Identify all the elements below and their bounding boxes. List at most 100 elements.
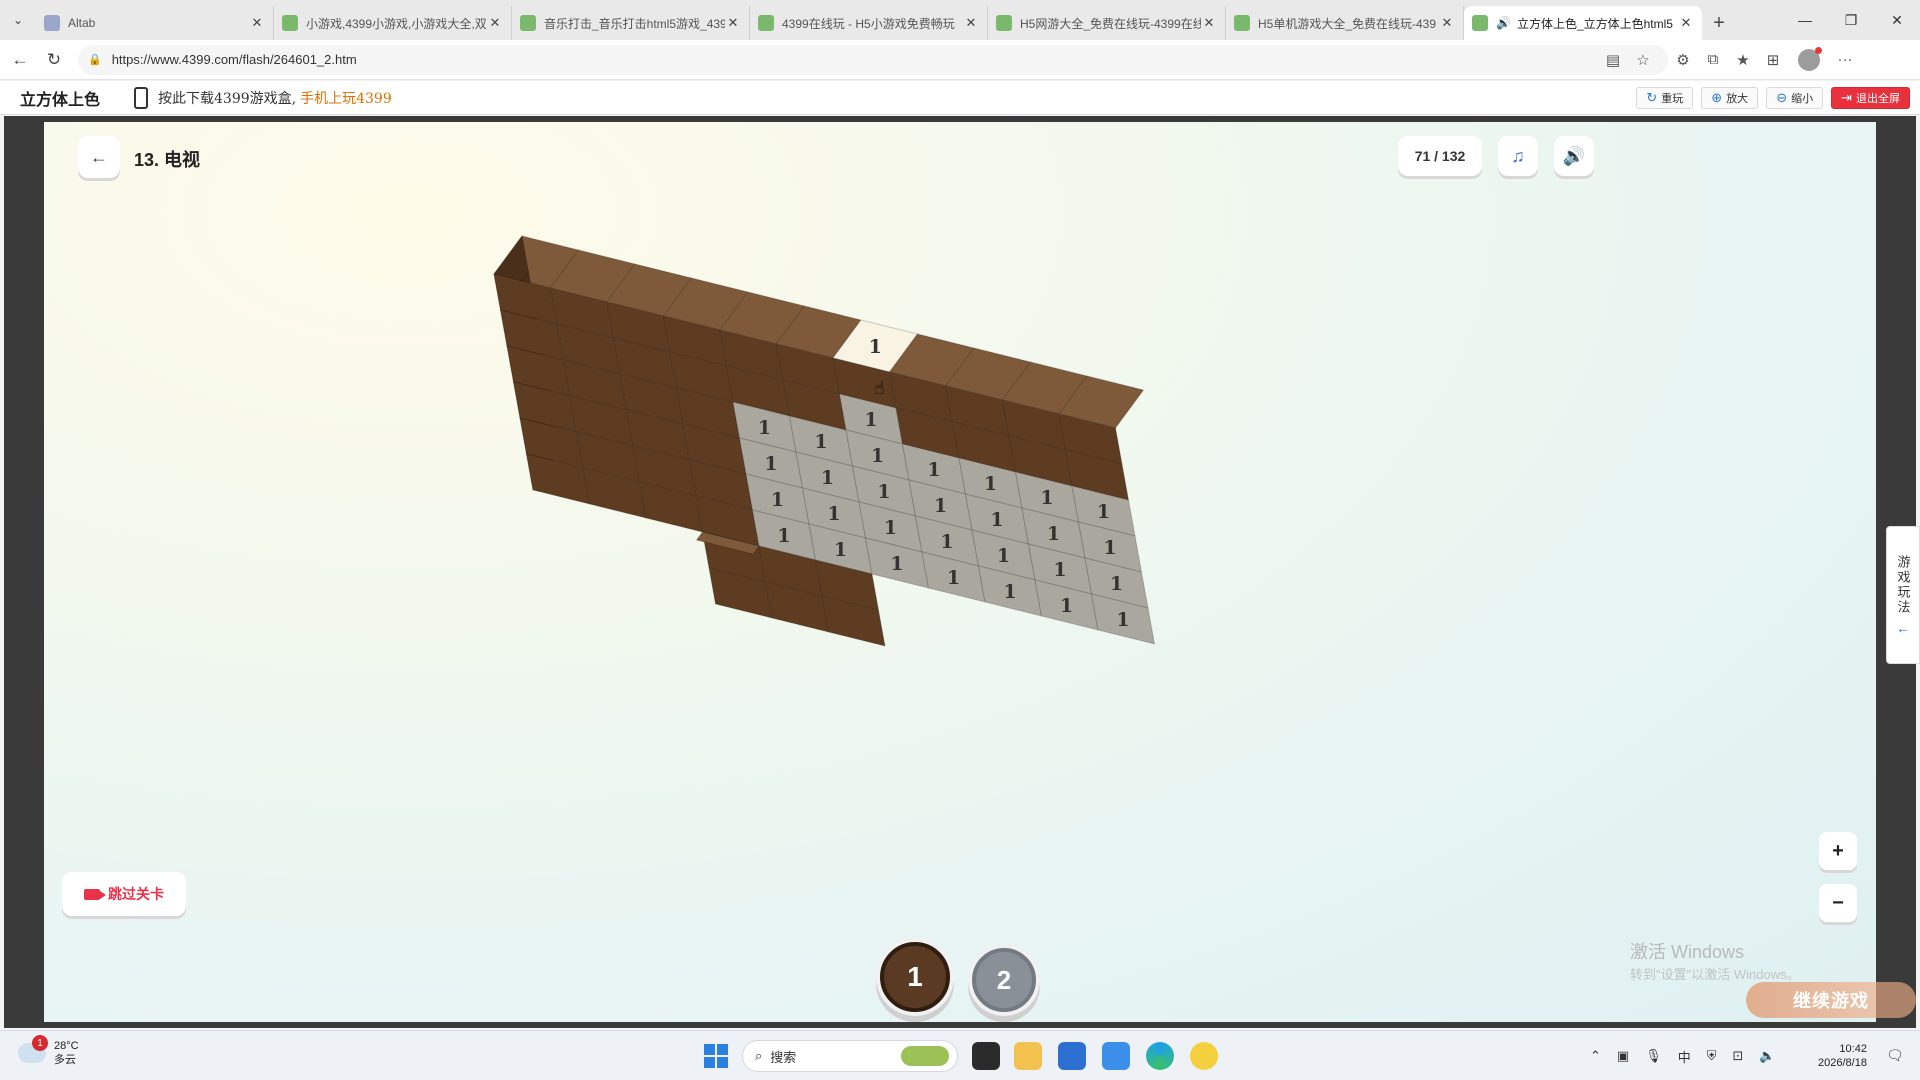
edge-browser-icon[interactable] [1146,1042,1174,1070]
tab-favicon-icon [1234,15,1250,31]
store-icon[interactable] [1058,1042,1086,1070]
weather-widget[interactable]: 1 28°C 多云 [18,1035,79,1067]
extensions-icon[interactable]: ⚙ [1668,51,1698,69]
task-view-icon[interactable] [972,1042,1000,1070]
color-swatch-2[interactable]: 2 [972,948,1036,1012]
tab-close-icon[interactable]: ✕ [1678,15,1694,31]
tab-close-icon[interactable]: ✕ [725,15,741,31]
microphone-icon[interactable]: 🎙 [1645,1048,1662,1064]
phone-icon [134,86,149,109]
cube-number-label: 1 [1110,573,1123,595]
tab-title: 4399在线玩 - H5小游戏免费畅玩 [782,16,955,31]
start-button[interactable] [704,1044,728,1068]
skip-level-button[interactable]: 跳过关卡 [62,872,186,916]
minimize-icon[interactable]: — [1782,0,1828,40]
cloud-icon: 1 [18,1035,48,1063]
chevron-up-icon[interactable]: ⌃ [1590,1048,1601,1064]
cube-number-label: 1 [884,517,897,539]
cube-number-label: 1 [890,553,903,575]
browser-tab-3[interactable]: 4399在线玩 - H5小游戏免费畅玩 ✕ [750,6,988,40]
input-method-icon[interactable]: 中 [1678,1047,1691,1066]
tab-favicon-icon [758,15,774,31]
cube-number-label: 1 [821,467,834,489]
arrow-left-icon: ← [1896,619,1910,636]
zoom-out-button[interactable]: − [1819,884,1857,922]
game-app-icon[interactable] [1190,1042,1218,1070]
tab-close-icon[interactable]: ✕ [1201,15,1217,31]
tab-title: Altab [68,16,96,30]
taskbar-search[interactable]: ⌕ 搜索 [742,1040,958,1072]
replay-button[interactable]: ↻ 重玩 [1636,86,1694,109]
tab-favicon-icon [996,15,1012,31]
weather-temperature: 28°C [54,1040,79,1052]
favorites-icon[interactable]: ★ [1728,51,1758,69]
security-icon[interactable]: ⛨ [1707,1048,1717,1064]
cube-number-label: 1 [834,539,847,561]
cube-number-label: 1 [869,336,882,358]
tab-close-icon[interactable]: ✕ [249,15,265,31]
collections-icon[interactable]: ⊞ [1758,51,1788,69]
zoom-in-site-button[interactable]: ⊕ 放大 [1701,86,1759,109]
site-actions: ↻ 重玩 ⊕ 放大 ⊖ 缩小 ⇥ 退出全屏 [1636,86,1910,109]
hand-cursor-icon: ☝ [874,378,885,398]
browser-tab-0[interactable]: Altab ✕ [36,6,274,40]
color-swatch-1[interactable]: 1 [880,942,950,1012]
exit-icon: ⇥ [1841,89,1852,105]
network-icon[interactable]: ⊡ [1733,1048,1744,1064]
tab-title: 音乐打击_音乐打击html5游戏_439 [544,16,725,31]
search-highlight-image [901,1046,949,1066]
tray-app-icon[interactable]: ▣ [1617,1048,1629,1064]
browser-tab-5[interactable]: H5单机游戏大全_免费在线玩-439 ✕ [1226,6,1464,40]
cube-number-label: 1 [927,459,940,481]
mobile-play-link[interactable]: 手机上玩4399 [300,88,392,108]
split-screen-icon[interactable]: ⧉ [1698,51,1728,68]
continue-game-button[interactable]: 继续游戏 [1746,982,1916,1018]
browser-tab-6[interactable]: 🔊 立方体上色_立方体上色html5 ✕ [1464,6,1702,40]
download-box-link[interactable]: 按此下载4399游戏盒, [158,88,296,108]
whiteboard-icon[interactable] [1102,1042,1130,1070]
favorite-star-icon[interactable]: ☆ [1628,51,1658,69]
refresh-icon[interactable]: ↻ [40,46,68,74]
tab-close-icon[interactable]: ✕ [963,15,979,31]
notification-icon[interactable]: 🗨 [1886,1047,1904,1064]
clock-time: 10:42 [1839,1043,1867,1055]
tab-favicon-icon [1472,15,1488,31]
browser-tab-1[interactable]: 小游戏,4399小游戏,小游戏大全,双 ✕ [274,6,512,40]
exit-fullscreen-button[interactable]: ⇥ 退出全屏 [1831,86,1910,109]
zoom-in-button[interactable]: + [1819,832,1857,870]
game-canvas[interactable]: ← 13. 电视 71 / 132 ♫ 🔊 111111111111111111… [44,122,1876,1022]
search-icon: ⌕ [755,1048,763,1063]
close-icon[interactable]: ✕ [1874,0,1920,40]
tab-favicon-icon [44,15,60,31]
tab-title: H5网游大全_免费在线玩-4399在线 [1020,16,1201,31]
cube-number-label: 1 [871,445,884,467]
clock-date: 2026/8/18 [1818,1057,1867,1069]
tab-audio-icon[interactable]: 🔊 [1496,16,1511,30]
profile-avatar[interactable] [1798,46,1822,71]
volume-icon[interactable]: 🔈 [1759,1048,1775,1064]
new-tab-button[interactable]: + [1702,6,1736,40]
reader-mode-icon[interactable]: ▤ [1598,51,1628,69]
file-explorer-icon[interactable] [1014,1042,1042,1070]
tab-close-icon[interactable]: ✕ [487,15,503,31]
zoom-out-site-button[interactable]: ⊖ 缩小 [1766,86,1824,109]
zoom-out-icon: ⊖ [1776,89,1788,105]
system-clock[interactable]: 10:42 2026/8/18 [1818,1042,1867,1070]
cube-model[interactable]: 1 1 1 1 1 1 1 1 1 1 1 1 1 1 1 1 1 1 1 1 1 1 1 1 1 1 1 1 1 1 ☝ [44,122,1876,1022]
back-arrow-icon[interactable]: ← [6,46,34,74]
search-placeholder: 搜索 [770,1049,797,1065]
more-menu-icon[interactable]: ··· [1830,51,1860,68]
how-to-play-tab[interactable]: 游戏玩法 ← [1886,526,1920,664]
url-field[interactable]: 🔒 https://www.4399.com/flash/264601_2.ht… [78,44,1668,75]
tab-close-icon[interactable]: ✕ [1439,15,1455,31]
browser-tab-4[interactable]: H5网游大全_免费在线玩-4399在线 ✕ [988,6,1226,40]
tab-list-button[interactable]: ⌄ [0,0,36,40]
zoom-in-icon: ⊕ [1711,89,1723,105]
cube-number-label: 1 [771,489,784,511]
game-frame: ← 13. 电视 71 / 132 ♫ 🔊 111111111111111111… [4,116,1916,1028]
browser-tab-2[interactable]: 音乐打击_音乐打击html5游戏_439 ✕ [512,6,750,40]
tab-favicon-icon [520,15,536,31]
tab-favicon-icon [282,15,298,31]
tabs-container: Altab ✕ 小游戏,4399小游戏,小游戏大全,双 ✕ 音乐打击_音乐打击html5… [36,6,1702,40]
restore-icon[interactable]: ❐ [1828,0,1874,40]
